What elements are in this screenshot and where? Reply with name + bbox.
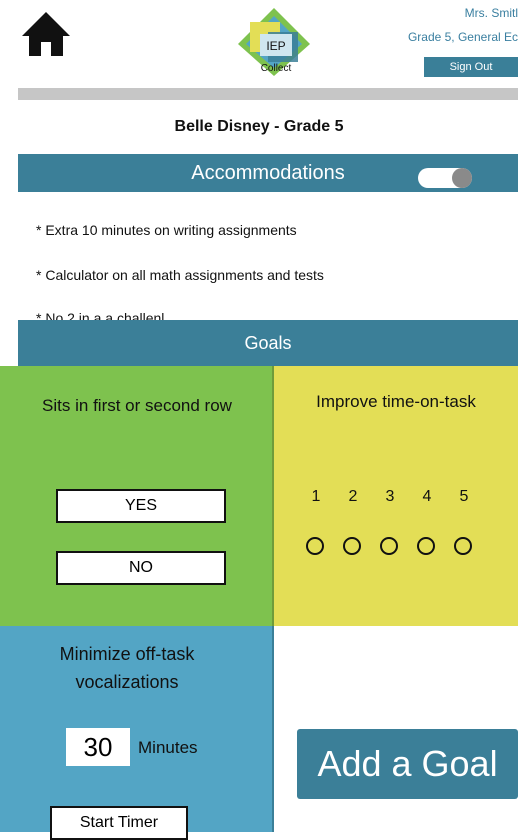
goal3-title: Minimize off-task vocalizations [59, 644, 195, 692]
goal1-title: Sits in first or second row [42, 396, 232, 415]
add-goal-button[interactable]: Add a Goal [297, 729, 518, 799]
home-button[interactable] [20, 8, 72, 60]
scale-radio-3[interactable] [380, 537, 398, 555]
accommodation-item: * Extra 10 minutes on writing assignment… [36, 222, 297, 238]
scale-label-5: 5 [459, 488, 469, 505]
toggle-knob [452, 168, 472, 188]
student-title: Belle Disney - Grade 5 [174, 118, 344, 135]
minutes-input[interactable] [66, 728, 130, 766]
goals-title: Goals [244, 333, 292, 353]
accommodations-list[interactable]: * Extra 10 minutes on writing assignment… [18, 200, 518, 320]
goal2-title: Improve time-on-task [316, 392, 476, 411]
logo-text-top: IEP [266, 39, 285, 53]
scale-label-4: 4 [422, 488, 432, 505]
scale-radio-1[interactable] [306, 537, 324, 555]
home-icon [22, 12, 70, 56]
logo-text-bottom: Collect [261, 63, 292, 74]
start-timer-button[interactable]: Start Timer [50, 806, 188, 840]
accommodation-item: * Calculator on all math assignments and… [36, 267, 324, 283]
header-divider [18, 88, 518, 100]
scale-radio-4[interactable] [417, 537, 435, 555]
no-button[interactable]: NO [56, 551, 226, 585]
teacher-name: Mrs. Smitl [464, 6, 518, 20]
scale-label-3: 3 [385, 488, 395, 505]
scale-label-1: 1 [311, 488, 321, 505]
iep-collect-logo: IEP Collect [230, 6, 318, 76]
accommodation-item: * No 2 in a a challenl [36, 310, 165, 320]
scale-label-2: 2 [348, 488, 358, 505]
accommodations-toggle[interactable] [418, 168, 472, 188]
teacher-class: Grade 5, General Ec [407, 30, 518, 44]
sign-out-button[interactable]: Sign Out [424, 57, 518, 77]
scale-radio-2[interactable] [343, 537, 361, 555]
yes-button[interactable]: YES [56, 489, 226, 523]
minutes-label: Minutes [138, 738, 198, 757]
scale-radio-5[interactable] [454, 537, 472, 555]
